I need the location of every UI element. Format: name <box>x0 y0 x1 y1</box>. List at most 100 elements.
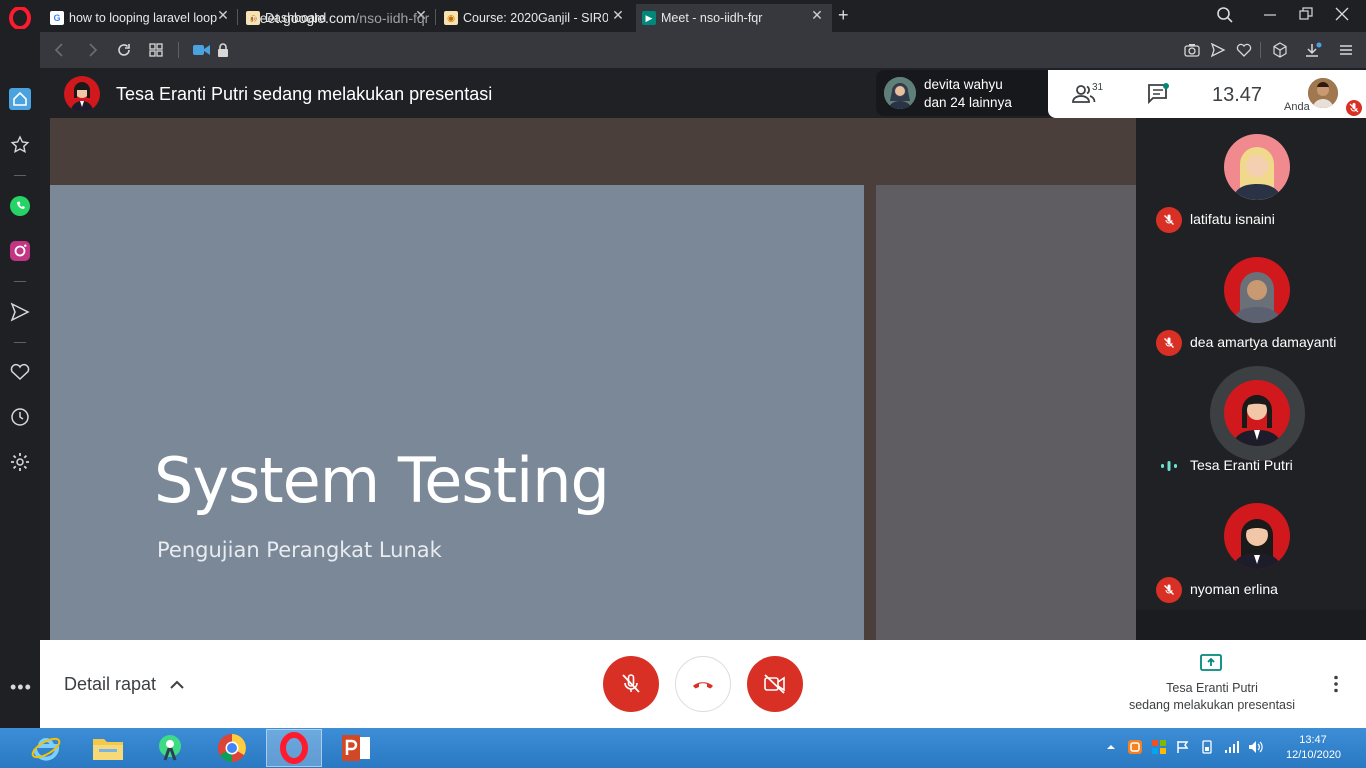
url-path: /nso-iidh-fqr <box>355 10 430 26</box>
attendee-others: dan 24 lainnya <box>924 95 1012 110</box>
sidebar-separator <box>14 281 26 282</box>
easy-setup-icon[interactable] <box>1338 42 1354 58</box>
forward-icon[interactable] <box>84 42 100 58</box>
flow-send-icon[interactable] <box>9 301 31 323</box>
mic-toggle-button[interactable] <box>603 656 659 712</box>
tab-close-icon[interactable]: ✕ <box>216 8 230 22</box>
heart-icon[interactable] <box>9 361 31 383</box>
address-separator <box>178 42 179 58</box>
participant-mic-off-icon <box>1156 207 1182 233</box>
whatsapp-icon[interactable] <box>9 195 31 217</box>
tray-office-icon[interactable] <box>1152 740 1166 754</box>
send-icon[interactable] <box>1210 42 1226 58</box>
toolbar-separator <box>1260 42 1261 58</box>
android-studio-icon[interactable] <box>142 729 198 767</box>
file-explorer-icon[interactable] <box>80 729 136 767</box>
speaking-bars-icon <box>1160 459 1178 473</box>
sidebar-more-icon[interactable]: ••• <box>10 678 31 696</box>
bookmark-heart-icon[interactable] <box>1236 42 1252 58</box>
present-screen-icon[interactable] <box>1199 653 1223 673</box>
camera-in-use-icon[interactable] <box>192 42 212 58</box>
tray-app-icon[interactable] <box>1128 740 1142 754</box>
camera-toggle-button[interactable] <box>747 656 803 712</box>
participant-avatar <box>1224 134 1290 200</box>
mic-off-icon <box>622 674 640 693</box>
tab-label: Meet - nso-iidh-fqr <box>661 11 763 25</box>
restore-icon[interactable] <box>1298 6 1318 26</box>
presenting-status[interactable]: Tesa Eranti Putri sedang melakukan prese… <box>1100 680 1324 714</box>
camera-off-icon <box>764 674 785 694</box>
tab-label: how to looping laravel loop <box>69 11 218 25</box>
sidebar-separator <box>14 175 26 176</box>
lock-icon[interactable] <box>216 42 232 58</box>
opera-icon[interactable] <box>266 729 322 767</box>
self-label: Anda <box>1284 101 1310 113</box>
instagram-icon[interactable] <box>9 240 31 262</box>
google-icon: G <box>50 11 64 25</box>
presenting-text: sedang melakukan presentasi <box>1128 698 1296 712</box>
leave-call-button[interactable] <box>675 656 731 712</box>
speed-dial-icon[interactable] <box>148 42 164 58</box>
back-icon[interactable] <box>52 42 68 58</box>
tray-expand-icon[interactable] <box>1105 742 1119 756</box>
chrome-icon[interactable] <box>204 729 260 767</box>
tab-laravel[interactable]: G how to looping laravel loop <box>44 4 234 32</box>
taskbar-time: 13:47 <box>1299 734 1327 746</box>
taskbar-date: 12/10/2020 <box>1286 749 1342 761</box>
volume-icon[interactable] <box>1248 740 1263 754</box>
settings-gear-icon[interactable] <box>9 451 31 473</box>
moodle-icon: ◉ <box>444 11 458 25</box>
meet-icon: ▶ <box>642 11 656 25</box>
home-icon[interactable] <box>9 88 31 110</box>
meeting-clock: 13.47 <box>1212 84 1263 106</box>
tab-label: Course: 2020Ganjil - SIR005 <box>463 11 608 25</box>
attendee-summary: devita wahyu dan 24 lainnya <box>924 76 1012 112</box>
tab-course[interactable]: ◉ Course: 2020Ganjil - SIR005 <box>438 4 608 32</box>
slide-title: System Testing <box>154 444 610 517</box>
tab-close-icon[interactable]: ✕ <box>810 8 824 22</box>
close-window-icon[interactable] <box>1334 6 1354 26</box>
participant-name: dea amartya damayanti <box>1190 334 1337 350</box>
presenting-title: Tesa Eranti Putri sedang melakukan prese… <box>116 84 493 104</box>
participant-name: latifatu isnaini <box>1190 211 1275 227</box>
opera-menu-icon[interactable] <box>9 7 31 29</box>
participants-panel-footer <box>1136 610 1366 640</box>
taskbar-clock[interactable]: 13:47 12/10/2020 <box>1286 733 1342 763</box>
tab-separator <box>435 9 436 25</box>
slide-divider <box>864 185 876 640</box>
attendee-avatar <box>884 77 916 109</box>
action-center-flag-icon[interactable] <box>1176 740 1190 754</box>
tab-close-icon[interactable]: ✕ <box>611 8 625 22</box>
url-field[interactable]: meet.google.com/nso-iidh-fqr <box>248 10 429 26</box>
participant-avatar <box>1224 257 1290 323</box>
powerpoint-icon[interactable] <box>328 729 384 767</box>
star-icon[interactable] <box>9 134 31 156</box>
snapshot-icon[interactable] <box>1184 42 1200 58</box>
chevron-up-icon[interactable] <box>168 676 186 694</box>
meeting-details-button[interactable]: Detail rapat <box>64 674 156 695</box>
search-tabs-icon[interactable] <box>1216 6 1236 26</box>
reload-icon[interactable] <box>116 42 132 58</box>
history-clock-icon[interactable] <box>9 406 31 428</box>
tab-meet[interactable]: ▶ Meet - nso-iidh-fqr <box>636 4 832 32</box>
internet-explorer-icon[interactable] <box>18 729 74 767</box>
chat-icon[interactable] <box>1146 82 1170 106</box>
url-domain: meet.google.com <box>248 10 356 26</box>
battery-icon[interactable] <box>1200 740 1214 754</box>
participant-name: Tesa Eranti Putri <box>1190 457 1293 473</box>
sidebar-separator <box>14 342 26 343</box>
minimize-icon[interactable] <box>1262 6 1282 26</box>
more-options-icon[interactable] <box>1326 674 1346 694</box>
people-count: 31 <box>1092 82 1104 93</box>
new-tab-button[interactable]: + <box>838 5 854 25</box>
participant-avatar <box>1224 503 1290 569</box>
slide-main-panel <box>50 185 864 640</box>
downloads-icon[interactable] <box>1304 42 1322 58</box>
extensions-cube-icon[interactable] <box>1272 42 1288 58</box>
participant-name: nyoman erlina <box>1190 581 1278 597</box>
participant-avatar <box>1224 380 1290 446</box>
participant-mic-off-icon <box>1156 330 1182 356</box>
presenter-name: Tesa Eranti Putri <box>1166 681 1258 695</box>
address-bar <box>40 32 1366 68</box>
signal-icon[interactable] <box>1224 740 1239 754</box>
